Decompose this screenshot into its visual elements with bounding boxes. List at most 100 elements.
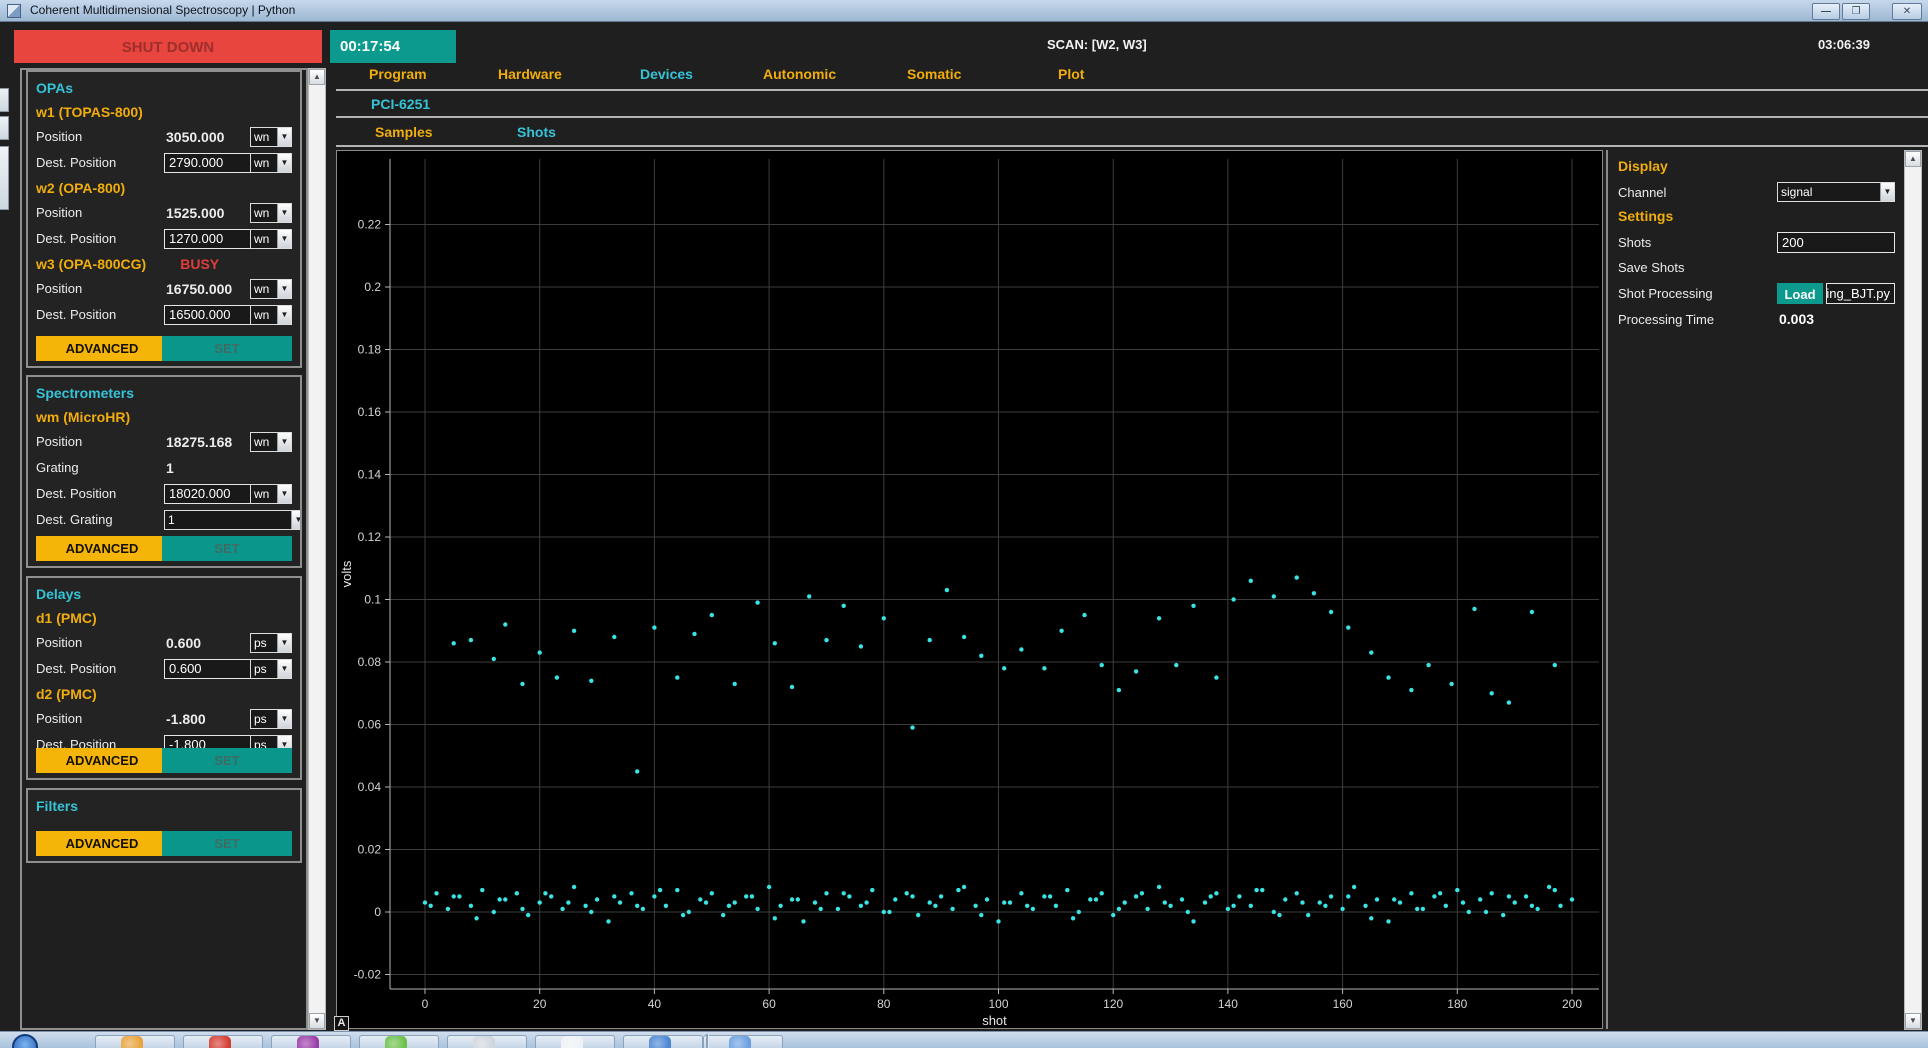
unit-select[interactable]: wn▼ bbox=[250, 484, 292, 504]
unit-select[interactable]: wn▼ bbox=[250, 279, 292, 299]
chevron-down-icon[interactable]: ▼ bbox=[277, 485, 291, 503]
chevron-down-icon[interactable]: ▼ bbox=[1880, 183, 1894, 201]
field-label: Grating bbox=[36, 460, 79, 475]
svg-text:160: 160 bbox=[1333, 997, 1353, 1011]
data-point bbox=[1249, 904, 1253, 908]
data-point bbox=[612, 635, 616, 639]
chevron-down-icon[interactable]: ▼ bbox=[277, 280, 291, 298]
data-point bbox=[1180, 897, 1184, 901]
chevron-down-icon[interactable]: ▼ bbox=[277, 154, 291, 172]
data-point bbox=[446, 907, 450, 911]
set-button[interactable]: SET bbox=[162, 336, 292, 361]
data-point bbox=[790, 685, 794, 689]
data-point bbox=[675, 675, 679, 679]
data-point bbox=[1277, 913, 1281, 917]
tab-devices[interactable]: Devices bbox=[640, 66, 693, 82]
unit-select-value: wn bbox=[251, 485, 277, 503]
tab-pci-6251[interactable]: PCI-6251 bbox=[371, 96, 430, 112]
dest-position-input[interactable]: 2790.000 bbox=[164, 153, 260, 173]
tab-plot[interactable]: Plot bbox=[1058, 66, 1084, 82]
data-point bbox=[629, 891, 633, 895]
tab-hardware[interactable]: Hardware bbox=[498, 66, 562, 82]
advanced-button[interactable]: ADVANCED bbox=[36, 748, 168, 773]
set-button[interactable]: SET bbox=[162, 748, 292, 773]
data-point bbox=[1203, 900, 1207, 904]
scroll-down-icon[interactable]: ▼ bbox=[309, 1013, 325, 1029]
unit-select[interactable]: ps▼ bbox=[250, 659, 292, 679]
editor-app-icon bbox=[729, 1036, 751, 1048]
chevron-down-icon[interactable]: ▼ bbox=[277, 128, 291, 146]
autoscale-button[interactable]: A bbox=[334, 1016, 349, 1031]
device-name: wm (MicroHR) bbox=[34, 405, 294, 429]
unit-select[interactable]: wn▼ bbox=[250, 432, 292, 452]
device-name: d1 (PMC) bbox=[34, 606, 294, 630]
data-point bbox=[572, 629, 576, 633]
app-window: Coherent Multidimensional Spectroscopy |… bbox=[0, 0, 1928, 1048]
tab-somatic[interactable]: Somatic bbox=[907, 66, 961, 82]
tab-shots[interactable]: Shots bbox=[517, 124, 556, 140]
chevron-down-icon[interactable]: ▼ bbox=[277, 433, 291, 451]
unit-select[interactable]: wn▼ bbox=[250, 127, 292, 147]
chevron-down-icon[interactable]: ▼ bbox=[277, 306, 291, 324]
close-button[interactable]: ✕ bbox=[1892, 3, 1922, 20]
advanced-button[interactable]: ADVANCED bbox=[36, 831, 168, 856]
data-point bbox=[945, 588, 949, 592]
window-title: Coherent Multidimensional Spectroscopy |… bbox=[30, 3, 295, 17]
data-point bbox=[1117, 907, 1121, 911]
data-point bbox=[652, 894, 656, 898]
chevron-down-icon[interactable]: ▼ bbox=[291, 511, 302, 529]
tab-samples[interactable]: Samples bbox=[375, 124, 433, 140]
data-point bbox=[1157, 616, 1161, 620]
minimize-button[interactable]: — bbox=[1812, 3, 1840, 20]
data-point bbox=[910, 894, 914, 898]
unit-select[interactable]: ps▼ bbox=[250, 709, 292, 729]
dest-position-input[interactable]: 16500.000 bbox=[164, 305, 260, 325]
grating-select[interactable]: 1▼ bbox=[164, 510, 302, 530]
data-point bbox=[497, 897, 501, 901]
tab-program[interactable]: Program bbox=[369, 66, 427, 82]
unit-select[interactable]: ps▼ bbox=[250, 633, 292, 653]
processing-file-input[interactable]: pping_BJT.py bbox=[1826, 283, 1895, 304]
data-point bbox=[928, 638, 932, 642]
unit-select[interactable]: wn▼ bbox=[250, 229, 292, 249]
start-orb-icon[interactable] bbox=[12, 1034, 38, 1048]
load-button[interactable]: Load bbox=[1777, 283, 1823, 304]
right-panel-scrollbar[interactable]: ▲ ▼ bbox=[1904, 150, 1922, 1030]
data-point bbox=[962, 635, 966, 639]
chevron-down-icon[interactable]: ▼ bbox=[277, 204, 291, 222]
restore-button[interactable]: ❐ bbox=[1842, 3, 1870, 20]
shots-input[interactable]: 200 bbox=[1777, 232, 1895, 253]
data-point bbox=[842, 891, 846, 895]
edge-fragment bbox=[0, 146, 9, 210]
tab-autonomic[interactable]: Autonomic bbox=[763, 66, 836, 82]
advanced-button[interactable]: ADVANCED bbox=[36, 336, 168, 361]
dest-position-input[interactable]: 0.600 bbox=[164, 659, 260, 679]
chevron-down-icon[interactable]: ▼ bbox=[277, 660, 291, 678]
data-point bbox=[687, 910, 691, 914]
dest-position-input[interactable]: 1270.000 bbox=[164, 229, 260, 249]
set-button[interactable]: SET bbox=[162, 536, 292, 561]
unit-select[interactable]: wn▼ bbox=[250, 203, 292, 223]
data-point bbox=[836, 907, 840, 911]
data-point bbox=[1082, 613, 1086, 617]
field-label: Dest. Position bbox=[36, 486, 116, 501]
set-button[interactable]: SET bbox=[162, 831, 292, 856]
group-title: Spectrometers bbox=[34, 381, 294, 405]
chevron-down-icon[interactable]: ▼ bbox=[277, 634, 291, 652]
data-point bbox=[555, 675, 559, 679]
scroll-up-icon[interactable]: ▲ bbox=[309, 69, 325, 85]
data-point bbox=[1553, 663, 1557, 667]
dest-position-input[interactable]: 18020.000 bbox=[164, 484, 260, 504]
chevron-down-icon[interactable]: ▼ bbox=[277, 710, 291, 728]
advanced-button[interactable]: ADVANCED bbox=[36, 536, 168, 561]
unit-select[interactable]: wn▼ bbox=[250, 305, 292, 325]
data-point bbox=[1168, 904, 1172, 908]
unit-select[interactable]: wn▼ bbox=[250, 153, 292, 173]
sidebar-scrollbar[interactable]: ▲ ▼ bbox=[308, 68, 326, 1030]
data-point bbox=[1071, 916, 1075, 920]
scroll-up-icon[interactable]: ▲ bbox=[1905, 151, 1921, 167]
channel-select[interactable]: signal ▼ bbox=[1777, 182, 1895, 202]
scroll-down-icon[interactable]: ▼ bbox=[1905, 1013, 1921, 1029]
chevron-down-icon[interactable]: ▼ bbox=[277, 230, 291, 248]
shutdown-button[interactable]: SHUT DOWN bbox=[14, 30, 322, 63]
